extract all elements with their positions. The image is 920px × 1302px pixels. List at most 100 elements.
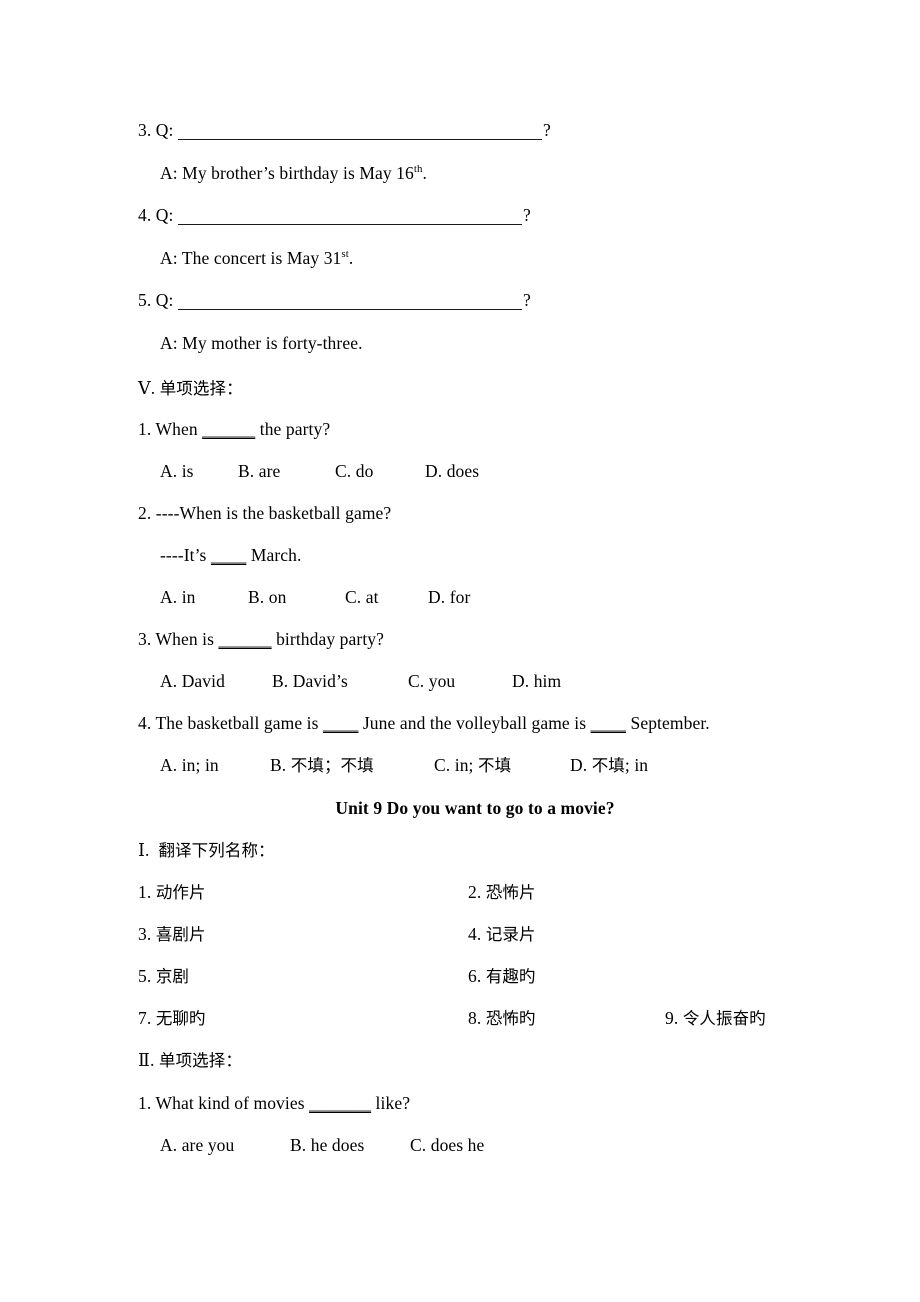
section-v-numeral: Ⅴ. (138, 378, 156, 398)
v-question-4-option-a[interactable]: A. in; in (160, 755, 219, 775)
question-5-number: 5. Q: (138, 290, 174, 310)
question-4-question-mark: ? (523, 205, 531, 225)
vocab-item-1: 1. 动作片 (138, 882, 206, 903)
v-question-2-substem-pre: ----It’s (160, 545, 211, 565)
v-question-1-option-b[interactable]: B. are (238, 461, 280, 481)
question-5-answer-rule[interactable] (178, 309, 522, 310)
v-question-4-option-d-tail: ; in (624, 755, 649, 775)
question-3-answer-text: A: My brother’s birthday is May 16 (160, 163, 414, 183)
v-question-3-option-c[interactable]: C. you (408, 671, 455, 691)
v-question-1-stem-pre: 1. When (138, 419, 203, 439)
question-4-answer-period: . (348, 248, 354, 268)
vocab-item-3: 3. 喜剧片 (138, 924, 206, 945)
v-question-3-option-a[interactable]: A. David (160, 671, 225, 691)
vocab-item-4: 4. 记录片 (468, 924, 536, 945)
question-3-question-mark: ? (543, 120, 551, 140)
v-question-4-blank-2[interactable]: ____ (591, 713, 626, 733)
vocab-item-5: 5. 京剧 (138, 966, 189, 987)
question-3-number: 3. Q: (138, 120, 174, 140)
v-question-1-blank[interactable]: ______ (202, 419, 255, 439)
section-i-title: 翻译下列名称： (158, 841, 275, 860)
v-question-1-option-d[interactable]: D. does (425, 461, 479, 481)
v-question-2-substem: ----It’s ____ March. (160, 545, 301, 565)
ii-question-1-stem-post: like? (371, 1093, 411, 1113)
vocab-item-4-number: 4. (468, 924, 482, 944)
vocab-item-4-text: 记录片 (485, 925, 536, 944)
question-5-answer: A: My mother is forty-three. (160, 333, 363, 353)
vocab-item-1-text: 动作片 (155, 883, 206, 902)
ii-question-1-stem: 1. What kind of movies _______ like? (138, 1093, 410, 1113)
ii-question-1-option-c[interactable]: C. does he (410, 1135, 484, 1155)
v-question-3-stem-post: birthday party? (271, 629, 385, 649)
vocab-item-3-number: 3. (138, 924, 152, 944)
v-question-1-stem: 1. When ______ the party? (138, 419, 330, 439)
question-3-answer-period: . (422, 163, 428, 183)
v-question-4-option-b-sep: ； (323, 756, 341, 775)
v-question-4-option-c[interactable]: C. in; 不填 (434, 755, 511, 776)
v-question-4-stem: 4. The basketball game is ____ June and … (138, 713, 710, 733)
unit-9-heading: Unit 9 Do you want to go to a movie? (335, 798, 615, 818)
section-v-title: 单项选择： (159, 379, 243, 398)
question-4-answer-rule[interactable] (178, 224, 522, 225)
ii-question-1-blank[interactable]: _______ (309, 1093, 371, 1113)
v-question-2-substem-post: March. (246, 545, 302, 565)
question-4-number: 4. Q: (138, 205, 174, 225)
v-question-2-option-c[interactable]: C. at (345, 587, 379, 607)
vocab-item-1-number: 1. (138, 882, 152, 902)
v-question-4-option-a-text: in; in (181, 755, 219, 775)
vocab-item-3-text: 喜剧片 (155, 925, 206, 944)
v-question-3-stem: 3. When is ______ birthday party? (138, 629, 384, 649)
ii-question-1-option-a[interactable]: A. are you (160, 1135, 234, 1155)
vocab-item-8: 8. 恐怖旳 (468, 1008, 536, 1029)
vocab-item-8-text: 恐怖旳 (485, 1009, 536, 1028)
section-i-header: Ⅰ. 翻译下列名称： (138, 840, 275, 861)
question-3-answer-rule[interactable] (178, 139, 542, 140)
vocab-item-6: 6. 有趣旳 (468, 966, 536, 987)
v-question-1-option-a[interactable]: A. is (160, 461, 194, 481)
v-question-4-stem-mid: June and the volleyball game is (358, 713, 591, 733)
v-question-2-stem: 2. ----When is the basketball game? (138, 503, 392, 523)
v-question-3-option-d[interactable]: D. him (512, 671, 561, 691)
vocab-item-7: 7. 无聊旳 (138, 1008, 206, 1029)
vocab-item-7-text: 无聊旳 (155, 1009, 206, 1028)
vocab-item-9-text: 令人振奋旳 (682, 1009, 766, 1028)
v-question-3-blank[interactable]: ______ (219, 629, 272, 649)
v-question-4-option-c-text: in; (454, 755, 478, 775)
section-ii-header: Ⅱ. 单项选择： (138, 1050, 242, 1071)
vocab-item-6-number: 6. (468, 966, 482, 986)
v-question-2-blank[interactable]: ____ (211, 545, 246, 565)
question-3-answer-ordinal: th (413, 163, 423, 176)
v-question-2-option-a[interactable]: A. in (160, 587, 196, 607)
v-question-2-option-d[interactable]: D. for (428, 587, 470, 607)
section-ii-title: 单项选择： (158, 1051, 242, 1070)
v-question-3-option-b[interactable]: B. David’s (272, 671, 348, 691)
ii-question-1-stem-pre: 1. What kind of movies (138, 1093, 310, 1113)
vocab-item-2-number: 2. (468, 882, 482, 902)
vocab-item-5-number: 5. (138, 966, 152, 986)
ii-question-1-option-b[interactable]: B. he does (290, 1135, 364, 1155)
v-question-4-option-b-han2: 不填 (340, 756, 374, 775)
vocab-item-7-number: 7. (138, 1008, 152, 1028)
v-question-4-option-a-letter: A. (160, 755, 182, 775)
v-question-4-option-b-han1: 不填 (290, 756, 324, 775)
vocab-item-5-text: 京剧 (155, 967, 190, 986)
v-question-1-stem-post: the party? (255, 419, 331, 439)
v-question-4-stem-pre: 4. The basketball game is (138, 713, 324, 733)
worksheet-page: 3. Q: ? A: My brother’s birthday is May … (0, 0, 920, 1302)
vocab-item-6-text: 有趣旳 (485, 967, 536, 986)
vocab-item-8-number: 8. (468, 1008, 482, 1028)
v-question-1-option-c[interactable]: C. do (335, 461, 373, 481)
question-3-answer: A: My brother’s birthday is May 16th. (160, 163, 427, 183)
section-ii-numeral: Ⅱ. (138, 1050, 155, 1070)
v-question-4-option-b[interactable]: B. 不填；不填 (270, 755, 374, 776)
question-4-answer-text: A: The concert is May 31 (160, 248, 342, 268)
vocab-item-9: 9. 令人振奋旳 (665, 1008, 766, 1029)
vocab-item-2-text: 恐怖片 (485, 883, 536, 902)
v-question-4-blank-1[interactable]: ____ (323, 713, 358, 733)
question-5-question-mark: ? (523, 290, 531, 310)
vocab-item-9-number: 9. (665, 1008, 679, 1028)
v-question-4-option-d-letter: D. (570, 755, 592, 775)
v-question-4-option-d[interactable]: D. 不填; in (570, 755, 648, 776)
v-question-2-option-b[interactable]: B. on (248, 587, 286, 607)
v-question-4-option-c-letter: C. (434, 755, 455, 775)
